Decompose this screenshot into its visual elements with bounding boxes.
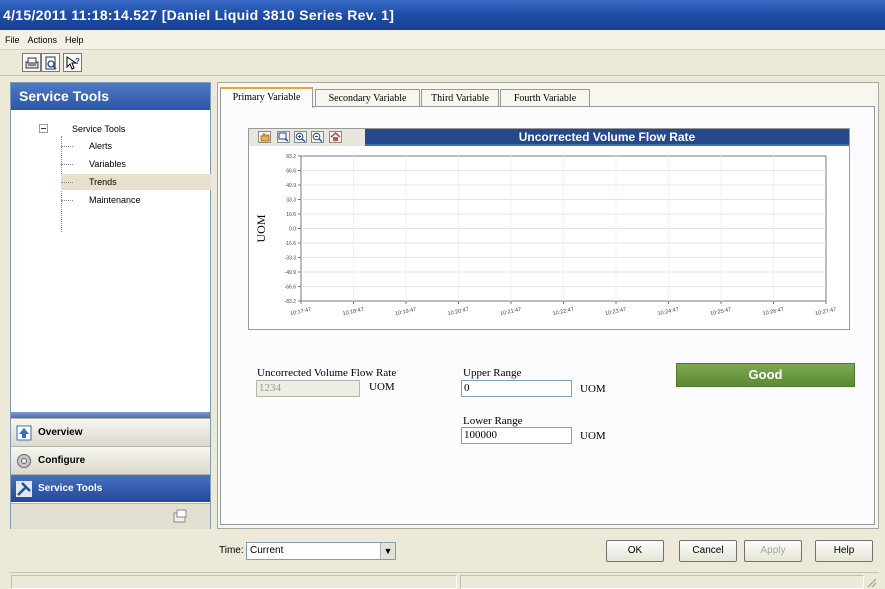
- status-cell-secondary: [460, 575, 864, 589]
- y-tick-label: -83.2: [285, 299, 297, 305]
- upper-range-label: Upper Range: [463, 367, 522, 379]
- status-bar: [10, 572, 879, 589]
- service-tools-panel: Service Tools Service Tools Alerts Varia…: [10, 82, 211, 529]
- chart-home-button[interactable]: [329, 131, 342, 143]
- toolbar: ?: [0, 50, 885, 76]
- menu-bar: File Actions Help: [0, 30, 885, 50]
- x-tick-label: 10:26:47: [762, 307, 784, 317]
- zoom-in-icon: [295, 132, 306, 143]
- chart-title: Uncorrected Volume Flow Rate: [518, 130, 696, 144]
- x-tick-label: 10:18:47: [342, 307, 364, 317]
- y-tick-label: 33.3: [286, 198, 296, 204]
- flow-rate-label: Uncorrected Volume Flow Rate: [257, 367, 397, 379]
- help-button[interactable]: Help: [815, 540, 873, 562]
- x-tick-label: 10:27:47: [815, 307, 837, 317]
- x-tick-label: 10:19:47: [395, 307, 417, 317]
- configure-pane-icon[interactable]: [172, 509, 188, 524]
- nav-configure-label: Configure: [38, 455, 86, 466]
- chart-zoom-out-button[interactable]: [311, 131, 324, 143]
- y-tick-label: -66.6: [285, 285, 297, 291]
- nav-service-tools-button[interactable]: Service Tools: [11, 474, 210, 502]
- y-tick-label: -33.3: [285, 256, 297, 262]
- x-tick-label: 10:24:47: [657, 307, 679, 317]
- print-preview-icon: [45, 56, 57, 70]
- svg-text:?: ?: [75, 57, 80, 66]
- y-tick-label: 66.6: [286, 169, 296, 175]
- tree-item-variables[interactable]: Variables: [61, 156, 211, 172]
- chart-plot-area: 83.2 66.6 49.9 33.3 16.6 0.0 -16.6 -33.3 -49.9 -6…: [254, 154, 837, 317]
- nav-configure-button[interactable]: Configure: [11, 446, 210, 474]
- context-help-button[interactable]: ?: [63, 53, 82, 72]
- nav-service-tools-label: Service Tools: [38, 483, 103, 494]
- x-tick-label: 10:20:47: [447, 307, 469, 317]
- y-tick-label: 83.2: [286, 154, 296, 160]
- dropdown-arrow-icon[interactable]: ▼: [380, 543, 395, 559]
- chart-toolbar: [249, 129, 365, 146]
- cancel-button[interactable]: Cancel: [679, 540, 737, 562]
- ok-button[interactable]: OK: [606, 540, 664, 562]
- panel-header: Service Tools: [11, 83, 210, 110]
- upper-range-input[interactable]: 0: [461, 380, 572, 397]
- overview-icon: [16, 425, 32, 441]
- tree-item-trends[interactable]: Trends: [61, 174, 211, 190]
- chart-zoom-box-button[interactable]: [277, 131, 290, 143]
- lower-range-input[interactable]: 100000: [461, 427, 572, 444]
- resize-grip-icon[interactable]: [865, 576, 877, 588]
- window-title-bar: 4/15/2011 11:18:14.527 [Daniel Liquid 38…: [0, 0, 885, 30]
- flow-rate-field: 1234: [256, 380, 360, 397]
- y-tick-label: -49.9: [285, 270, 297, 276]
- y-axis-label: UOM: [254, 214, 268, 242]
- status-indicator: Good: [676, 363, 855, 387]
- menu-actions[interactable]: Actions: [25, 30, 61, 50]
- x-tick-label: 10:21:47: [500, 307, 522, 317]
- time-select-value: Current: [250, 545, 284, 556]
- time-select[interactable]: Current ▼: [246, 542, 396, 560]
- flow-rate-unit: UOM: [369, 381, 395, 393]
- apply-button[interactable]: Apply: [744, 540, 802, 562]
- zoom-box-icon: [278, 132, 289, 142]
- y-tick-label: -16.6: [285, 241, 297, 247]
- menu-help[interactable]: Help: [62, 30, 87, 50]
- tree-item-alerts[interactable]: Alerts: [61, 138, 211, 154]
- x-tick-label: 10:22:47: [552, 307, 574, 317]
- configure-icon: [17, 454, 31, 468]
- chart-header: Uncorrected Volume Flow Rate: [249, 129, 849, 146]
- tab-primary-variable[interactable]: Primary Variable: [220, 87, 313, 108]
- y-tick-label: 0.0: [289, 227, 296, 233]
- time-label: Time:: [219, 545, 244, 556]
- y-tick-label: 49.9: [286, 183, 296, 189]
- window-title: 4/15/2011 11:18:14.527 [Daniel Liquid 38…: [3, 7, 395, 23]
- print-icon: [25, 57, 39, 69]
- chart-zoom-in-button[interactable]: [294, 131, 307, 143]
- service-tools-icon: [16, 481, 32, 497]
- service-tools-tree: Service Tools Alerts Variables Trends Ma…: [11, 110, 211, 410]
- nav-overview-button[interactable]: Overview: [11, 418, 210, 446]
- menu-file[interactable]: File: [2, 30, 23, 50]
- print-preview-button[interactable]: [41, 53, 60, 72]
- y-tick-label: 16.6: [286, 212, 296, 218]
- chart-pan-button[interactable]: [258, 131, 271, 143]
- nav-overflow-bar: [11, 503, 210, 529]
- tree-collapse-icon[interactable]: [39, 124, 48, 133]
- tree-root-service-tools[interactable]: Service Tools: [72, 124, 125, 134]
- lower-range-label: Lower Range: [463, 415, 523, 427]
- x-tick-label: 10:23:47: [605, 307, 627, 317]
- x-tick-label: 10:25:47: [710, 307, 732, 317]
- nav-overview-label: Overview: [38, 427, 83, 438]
- trend-chart: Uncorrected Volume Flow Rate 83.2 66.6 49.…: [248, 128, 850, 330]
- home-icon: [330, 132, 341, 141]
- help-pointer-icon: ?: [66, 56, 80, 70]
- x-tick-label: 10:17:47: [290, 307, 312, 317]
- status-cell-main: [11, 575, 457, 589]
- upper-range-unit: UOM: [580, 383, 606, 395]
- pan-icon: [260, 133, 270, 142]
- zoom-out-icon: [312, 132, 323, 143]
- lower-range-unit: UOM: [580, 430, 606, 442]
- tree-item-maintenance[interactable]: Maintenance: [61, 192, 211, 208]
- print-button[interactable]: [22, 53, 41, 72]
